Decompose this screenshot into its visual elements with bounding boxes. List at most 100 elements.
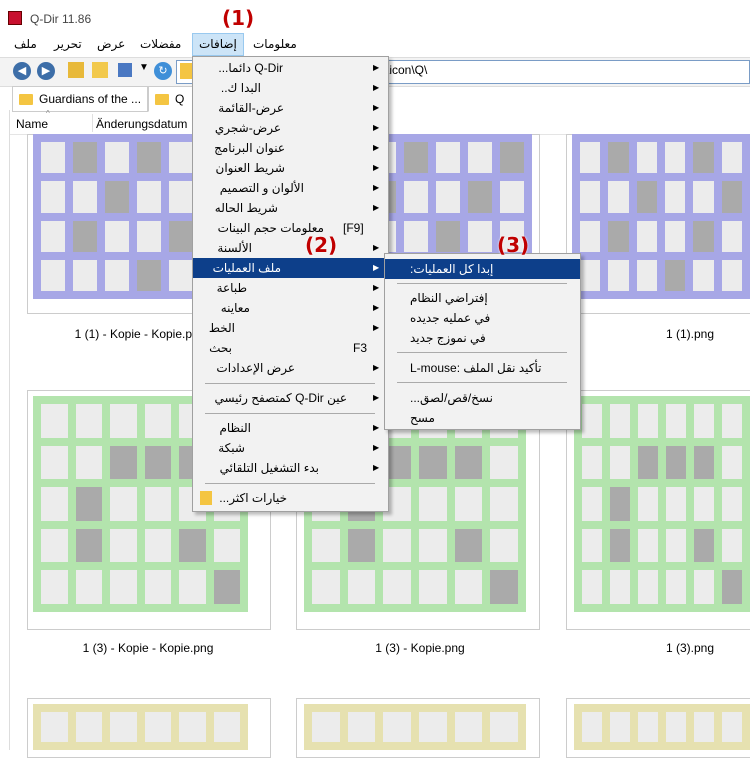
menu-extras[interactable]: إضافات [192,33,244,56]
submenu-arrow-icon: ▶ [373,163,380,172]
submenu-arrow-icon: ▶ [373,203,380,212]
submenu-arrow-icon: ▶ [373,393,380,402]
file-thumbnail [574,396,750,612]
menu-view[interactable]: عرض [91,33,131,56]
menu-edit[interactable]: تحرير [48,33,88,56]
submenu-item-confirm-move[interactable]: تأكيد نقل الملف :L-mouse [385,358,580,378]
menu-separator [205,383,375,384]
menu-item-file-operations[interactable]: ملف العمليات ▶ [193,258,388,278]
forward-icon[interactable]: ▶ [37,62,55,80]
menu-item-view-settings[interactable]: عرض الإعدادات ▶ [193,358,388,378]
menu-item-network[interactable]: شبكة ▶ [193,438,388,458]
address-path: \icon\Q\ [386,63,428,77]
menu-item-label: الخط [208,321,235,335]
menu-item-print[interactable]: طباعة ▶ [193,278,388,298]
menu-item-label: عرض-شجري [214,121,281,135]
submenu-arrow-icon: ▶ [373,123,380,132]
menu-item-list-view[interactable]: عرض-القائمة ▶ [193,98,388,118]
menu-item-label: النظام [219,421,251,435]
submenu-arrow-icon: ▶ [373,303,380,312]
submenu-arrow-icon: ▶ [373,183,380,192]
submenu-item-label: في نموزج جديد [410,331,486,345]
column-date[interactable]: Änderungsdatum [96,117,187,131]
view-dropdown-icon[interactable]: ▼ [139,62,149,73]
menu-item-data-size-info[interactable]: معلومات حجم البينات [F9] [193,218,388,238]
submenu-arrow-icon: ▶ [373,83,380,92]
submenu-arrow-icon: ▶ [373,323,380,332]
menu-item-tree-view[interactable]: عرض-شجري ▶ [193,118,388,138]
file-name: 1 (1).png [665,327,715,341]
title-bar [0,0,750,30]
new-folder-icon[interactable] [92,62,108,78]
column-name[interactable]: Name [16,117,48,131]
menu-item-more-options[interactable]: خيارات اكثر... [193,488,388,508]
menu-item-label: خيارات اكثر... [219,491,287,505]
submenu-item-label: مسح [410,411,435,425]
file-thumbnail [572,134,750,299]
file-item[interactable] [296,698,540,758]
refresh-icon[interactable]: ↻ [154,62,172,80]
folder-icon [19,94,33,106]
menu-item-address-bar[interactable]: شريط العنوان ▶ [193,158,388,178]
submenu-item-label: في عمليه جديده [410,311,491,325]
file-item[interactable] [27,698,271,758]
menu-item-tabs[interactable]: الألسنة ▶ [193,238,388,258]
menu-item-label: شريط الحاله [214,201,278,215]
menu-item-status-bar[interactable]: شريط الحاله ▶ [193,198,388,218]
submenu-arrow-icon: ▶ [373,263,380,272]
submenu-item-new-form[interactable]: في نموزج جديد [385,328,580,348]
up-folder-icon[interactable] [68,62,84,78]
tab-label: Guardians of the ... [39,92,142,106]
menu-info[interactable]: معلومات [247,33,303,56]
app-icon [8,11,22,25]
file-item[interactable] [566,698,750,758]
submenu-item-start-all[interactable]: إبدا كل العمليات: [385,259,580,279]
menu-separator [397,283,567,284]
submenu-arrow-icon: ▶ [373,443,380,452]
menu-item-program-title[interactable]: عنوان البرنامج ▶ [193,138,388,158]
menu-item-label: عرض-القائمة [218,101,284,115]
menu-item-font[interactable]: الخط ▶ [193,318,388,338]
tab-guardians[interactable]: Guardians of the ... [12,86,148,112]
window-title: Q-Dir 11.86 [30,12,92,26]
file-item[interactable] [566,134,750,314]
annotation-3: (3) [497,233,530,257]
menu-item-start-as[interactable]: البدا ك.. ▶ [193,78,388,98]
tab-q[interactable]: Q [148,86,196,112]
submenu-item-delete[interactable]: مسح [385,408,580,428]
menu-item-label: عرض الإعدادات [216,361,295,375]
submenu-item-system-default[interactable]: إفتراضي النظام [385,288,580,308]
view-icon[interactable] [118,63,132,77]
file-item[interactable] [566,390,750,630]
submenu-item-copy-cut-paste[interactable]: نسخ/قص/لصق... [385,388,580,408]
menu-item-label: البدا ك.. [220,81,261,95]
menu-item-label: الألسنة [217,241,252,255]
submenu-item-label: إفتراضي النظام [410,291,488,305]
menu-item-preview[interactable]: معاينه ▶ [193,298,388,318]
menu-file[interactable]: ملف [8,33,43,56]
menu-item-label: شبكة [218,441,245,455]
submenu-item-label: تأكيد نقل الملف :L-mouse [410,361,542,375]
menu-item-autostart[interactable]: بدء التشغيل التلقائي ▶ [193,458,388,478]
submenu-arrow-icon: ▶ [373,423,380,432]
submenu-arrow-icon: ▶ [373,103,380,112]
file-name: 1 (3) - Kopie - Kopie.png [82,641,214,655]
menu-favorites[interactable]: مفضلات [134,33,187,56]
menu-separator [205,413,375,414]
submenu-arrow-icon: ▶ [373,283,380,292]
submenu-item-label: إبدا كل العمليات: [410,262,494,276]
menu-item-always[interactable]: Q-Dir دائما... ▶ [193,58,388,78]
menu-item-label: بدء التشغيل التلقائي [219,461,319,475]
menu-item-label: الألوان و التصميم [219,181,304,195]
menu-item-default-browser[interactable]: عين Q-Dir كمتصفح رئيسي ▶ [193,388,388,408]
tab-label: Q [175,92,185,106]
menu-item-colors-design[interactable]: الألوان و التصميم ▶ [193,178,388,198]
menu-item-search[interactable]: بحث F3 [193,338,388,358]
submenu-arrow-icon: ▶ [373,143,380,152]
menu-bar: ملف تحرير عرض مفضلات إضافات معلومات [0,33,750,56]
submenu-item-new-process[interactable]: في عمليه جديده [385,308,580,328]
column-divider [92,114,93,132]
menu-item-label: بحث [209,341,232,355]
menu-item-system[interactable]: النظام ▶ [193,418,388,438]
back-icon[interactable]: ◀ [13,62,31,80]
